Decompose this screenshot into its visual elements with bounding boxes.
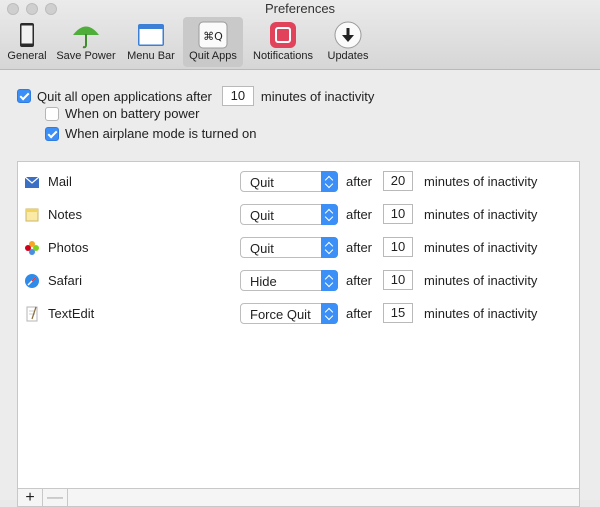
app-name: TextEdit: [48, 306, 95, 321]
mail-icon: [24, 176, 40, 188]
app-name: Notes: [48, 207, 82, 222]
airplane-label: When airplane mode is turned on: [65, 126, 257, 141]
minutes-field[interactable]: 15: [383, 303, 413, 323]
after-label: after: [346, 273, 373, 288]
chevron-updown-icon: [321, 237, 338, 258]
add-app-button[interactable]: +: [18, 489, 43, 506]
table-row[interactable]: Safari Hide after 10 minutes of inactivi…: [18, 264, 579, 297]
quit-all-minutes-field[interactable]: 10: [221, 86, 254, 106]
preferences-toolbar: General Save Power Menu Bar ⌘Q Quit Apps…: [0, 17, 600, 67]
after-label: after: [346, 174, 373, 189]
chevron-updown-icon: [321, 171, 338, 192]
action-select[interactable]: Force Quit: [240, 303, 338, 324]
tab-quit-apps[interactable]: ⌘Q Quit Apps: [183, 17, 243, 67]
app-name: Safari: [48, 273, 82, 288]
airplane-checkbox[interactable]: [45, 126, 59, 141]
table-row[interactable]: Notes Quit after 10 minutes of inactivit…: [18, 198, 579, 231]
quit-all-row: Quit all open applications after 10 minu…: [17, 86, 374, 106]
download-icon: [334, 21, 362, 49]
notification-icon: [270, 22, 296, 48]
minutes-label: minutes of inactivity: [424, 174, 538, 189]
remove-app-button[interactable]: —: [43, 489, 68, 506]
table-row[interactable]: Photos Quit after 10 minutes of inactivi…: [18, 231, 579, 264]
quit-all-suffix-label: minutes of inactivity: [260, 88, 375, 104]
tab-menu-bar[interactable]: Menu Bar: [122, 17, 180, 67]
table-row[interactable]: Mail Quit after 20 minutes of inactivity: [18, 165, 579, 198]
after-label: after: [346, 240, 373, 255]
minutes-label: minutes of inactivity: [424, 240, 538, 255]
window-icon: [138, 24, 164, 46]
table-footer: + —: [17, 488, 580, 507]
minutes-field[interactable]: 10: [383, 204, 413, 224]
preferences-window: Preferences General Save Power Menu Bar …: [0, 0, 600, 507]
safari-icon: [25, 274, 39, 288]
quit-apps-pane: Quit all open applications after 10 minu…: [0, 70, 600, 507]
minutes-field[interactable]: 10: [383, 270, 413, 290]
action-select[interactable]: Hide: [240, 270, 338, 291]
quit-all-checkbox[interactable]: [17, 89, 31, 103]
chevron-updown-icon: [321, 270, 338, 291]
notes-icon: [25, 208, 39, 222]
after-label: after: [346, 207, 373, 222]
chevron-updown-icon: [321, 303, 338, 324]
umbrella-icon: [73, 26, 99, 49]
phone-icon: [20, 23, 34, 47]
minutes-label: minutes of inactivity: [424, 273, 538, 288]
tab-notifications[interactable]: Notifications: [246, 17, 320, 67]
apps-table: Mail Quit after 20 minutes of inactivity…: [17, 161, 580, 507]
quit-all-label: Quit all open applications after: [37, 88, 212, 104]
svg-text:⌘Q: ⌘Q: [203, 30, 223, 43]
action-select[interactable]: Quit: [240, 237, 338, 258]
command-q-icon: ⌘Q: [198, 21, 228, 49]
battery-label: When on battery power: [65, 106, 200, 121]
tab-general[interactable]: General: [4, 17, 50, 67]
minutes-label: minutes of inactivity: [424, 306, 538, 321]
tab-updates[interactable]: Updates: [322, 17, 374, 67]
minutes-field[interactable]: 10: [383, 237, 413, 257]
after-label: after: [346, 306, 373, 321]
app-name: Mail: [48, 174, 72, 189]
action-select[interactable]: Quit: [240, 171, 338, 192]
minutes-label: minutes of inactivity: [424, 207, 538, 222]
chevron-updown-icon: [321, 204, 338, 225]
photos-icon: [25, 241, 39, 255]
title-bar: Preferences General Save Power Menu Bar …: [0, 0, 600, 70]
tab-save-power[interactable]: Save Power: [53, 17, 119, 67]
minutes-field[interactable]: 20: [383, 171, 413, 191]
battery-row: When on battery power: [45, 106, 199, 121]
table-row[interactable]: TextEdit Force Quit after 15 minutes of …: [18, 297, 579, 330]
app-name: Photos: [48, 240, 89, 255]
window-title: Preferences: [264, 1, 336, 16]
airplane-row: When airplane mode is turned on: [45, 126, 257, 141]
battery-checkbox[interactable]: [45, 106, 59, 121]
action-select[interactable]: Quit: [240, 204, 338, 225]
textedit-icon: [26, 306, 38, 322]
